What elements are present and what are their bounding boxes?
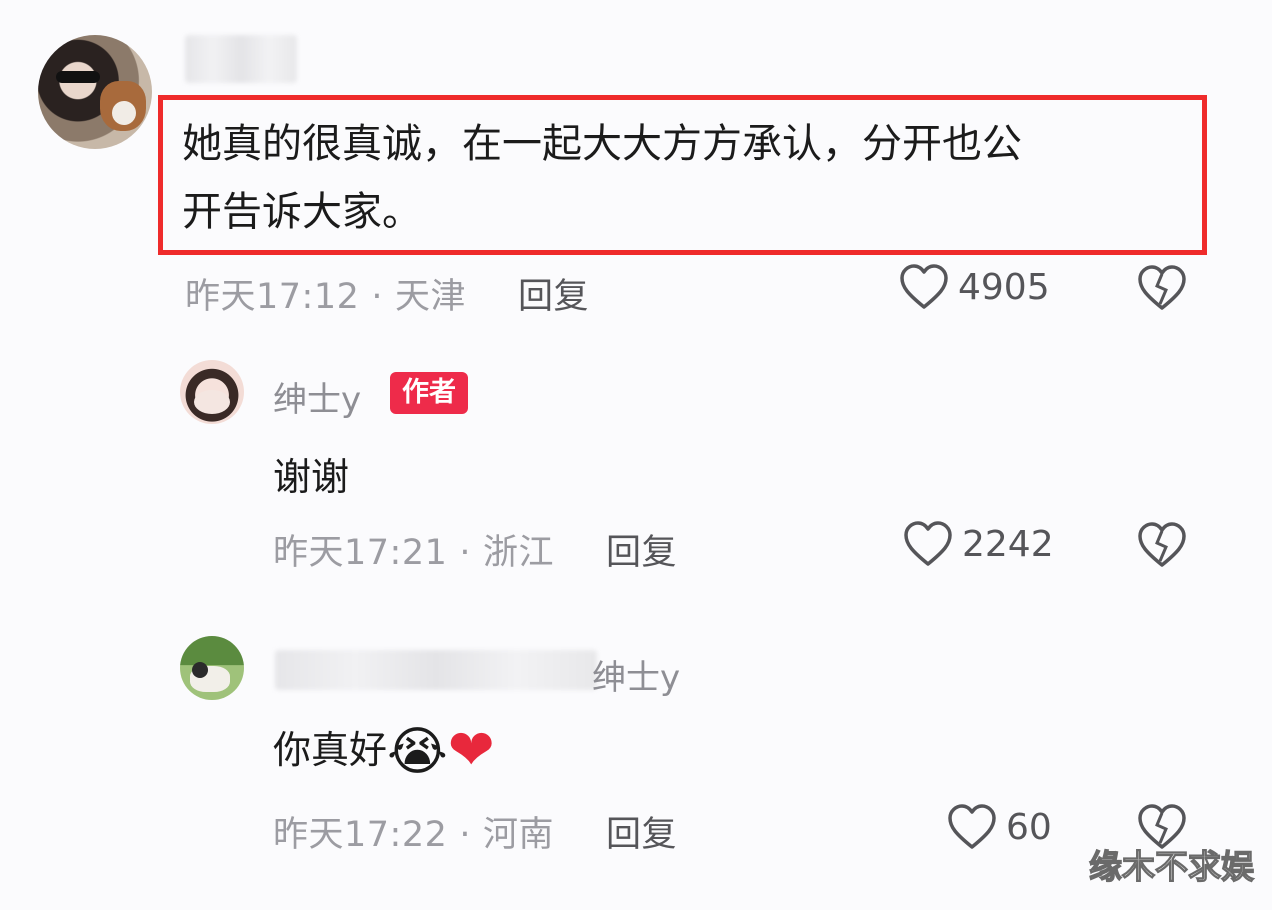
meta-separator: · bbox=[371, 277, 384, 317]
timestamp: 昨天17:22 bbox=[273, 815, 448, 855]
reply-button[interactable]: 回复 bbox=[606, 815, 677, 855]
blurred-username bbox=[185, 35, 297, 83]
comment-text: 她真的很真诚，在一起大大方方承认，分开也公 bbox=[182, 121, 1022, 167]
region: 河南 bbox=[483, 815, 555, 855]
broken-heart-icon[interactable] bbox=[1136, 521, 1188, 569]
reply-button[interactable]: 回复 bbox=[606, 533, 677, 573]
reply-text: 你真好😭❤ bbox=[273, 718, 495, 783]
heart-outline-icon bbox=[904, 521, 952, 566]
region: 天津 bbox=[395, 277, 467, 317]
comment-meta: 昨天17:12 · 天津 回复 bbox=[185, 268, 589, 319]
region: 浙江 bbox=[483, 533, 555, 573]
timestamp: 昨天17:12 bbox=[185, 277, 360, 317]
crying-emoji-icon: 😭 bbox=[387, 722, 448, 782]
avatar[interactable] bbox=[180, 636, 244, 700]
like-count: 60 bbox=[1006, 806, 1052, 848]
like-count: 2242 bbox=[962, 523, 1054, 565]
reply-button[interactable]: 回复 bbox=[518, 277, 589, 317]
username[interactable]: 绅士y bbox=[273, 372, 361, 421]
like-button[interactable]: 4905 bbox=[898, 263, 1050, 311]
comment-meta: 昨天17:21 · 浙江 回复 bbox=[273, 524, 677, 575]
comment-meta: 昨天17:22 · 河南 回复 bbox=[273, 806, 677, 857]
red-heart-icon: ❤ bbox=[447, 718, 495, 783]
like-count: 4905 bbox=[958, 266, 1050, 308]
heart-outline-icon bbox=[948, 804, 996, 849]
comment-text-line-2: 开告诉大家。 bbox=[182, 189, 422, 235]
author-badge: 作者 bbox=[390, 372, 468, 414]
meta-separator: · bbox=[459, 815, 472, 855]
blurred-username bbox=[275, 650, 597, 690]
watermark: 缘木不求娱 bbox=[1088, 846, 1254, 886]
meta-separator: · bbox=[459, 533, 472, 573]
username[interactable]: 绅士y bbox=[592, 650, 680, 699]
avatar[interactable] bbox=[180, 360, 244, 424]
avatar[interactable] bbox=[38, 35, 152, 149]
timestamp: 昨天17:21 bbox=[273, 533, 448, 573]
heart-outline-icon bbox=[900, 264, 948, 309]
like-button[interactable]: 2242 bbox=[902, 520, 1054, 568]
like-button[interactable]: 60 bbox=[946, 803, 1052, 851]
broken-heart-icon[interactable] bbox=[1136, 264, 1188, 312]
reply-text: 谢谢 bbox=[273, 455, 350, 499]
reply-text-body: 你真好 bbox=[273, 728, 388, 772]
